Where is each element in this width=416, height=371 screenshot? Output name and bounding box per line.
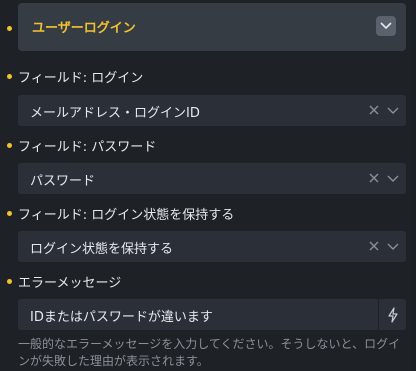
error-message-value: IDまたはパスワードが違います bbox=[30, 310, 213, 325]
indicator-dot bbox=[7, 143, 12, 148]
close-icon[interactable] bbox=[368, 172, 380, 184]
password-field-select[interactable]: パスワード bbox=[18, 163, 406, 194]
remember-field-select[interactable]: ログイン状態を保持する bbox=[18, 231, 406, 262]
indicator-dot bbox=[7, 74, 12, 79]
login-field-select[interactable]: メールアドレス・ログインID bbox=[18, 95, 406, 126]
indicator-dot bbox=[7, 279, 12, 284]
section-title: ユーザーログイン bbox=[32, 21, 136, 36]
close-icon[interactable] bbox=[368, 240, 380, 252]
password-field-value: パスワード bbox=[30, 174, 96, 189]
collapse-toggle-button[interactable] bbox=[376, 16, 396, 36]
chevron-down-icon[interactable] bbox=[387, 172, 399, 184]
field-remember-label: フィールド: ログイン状態を保持する bbox=[18, 208, 235, 223]
section-header[interactable]: ユーザーログイン bbox=[18, 3, 406, 51]
indicator-dot bbox=[7, 211, 12, 216]
indicator-dot bbox=[7, 26, 12, 31]
chevron-down-icon bbox=[380, 22, 392, 30]
field-login-label: フィールド: ログイン bbox=[18, 71, 144, 86]
error-message-input[interactable]: IDまたはパスワードが違います bbox=[18, 299, 378, 330]
scrollbar[interactable] bbox=[411, 0, 416, 371]
login-field-value: メールアドレス・ログインID bbox=[30, 106, 200, 121]
close-icon[interactable] bbox=[368, 104, 380, 116]
chevron-down-icon[interactable] bbox=[387, 104, 399, 116]
chevron-down-icon[interactable] bbox=[387, 240, 399, 252]
error-message-label: エラーメッセージ bbox=[18, 276, 122, 291]
lightning-icon bbox=[387, 306, 398, 323]
field-password-label: フィールド: パスワード bbox=[18, 140, 157, 155]
remember-field-value: ログイン状態を保持する bbox=[30, 242, 174, 257]
dynamic-data-button[interactable] bbox=[379, 299, 406, 330]
error-message-help: 一般的なエラーメッセージを入力してください。そうしないと、ログインが失敗した理由… bbox=[18, 337, 401, 368]
